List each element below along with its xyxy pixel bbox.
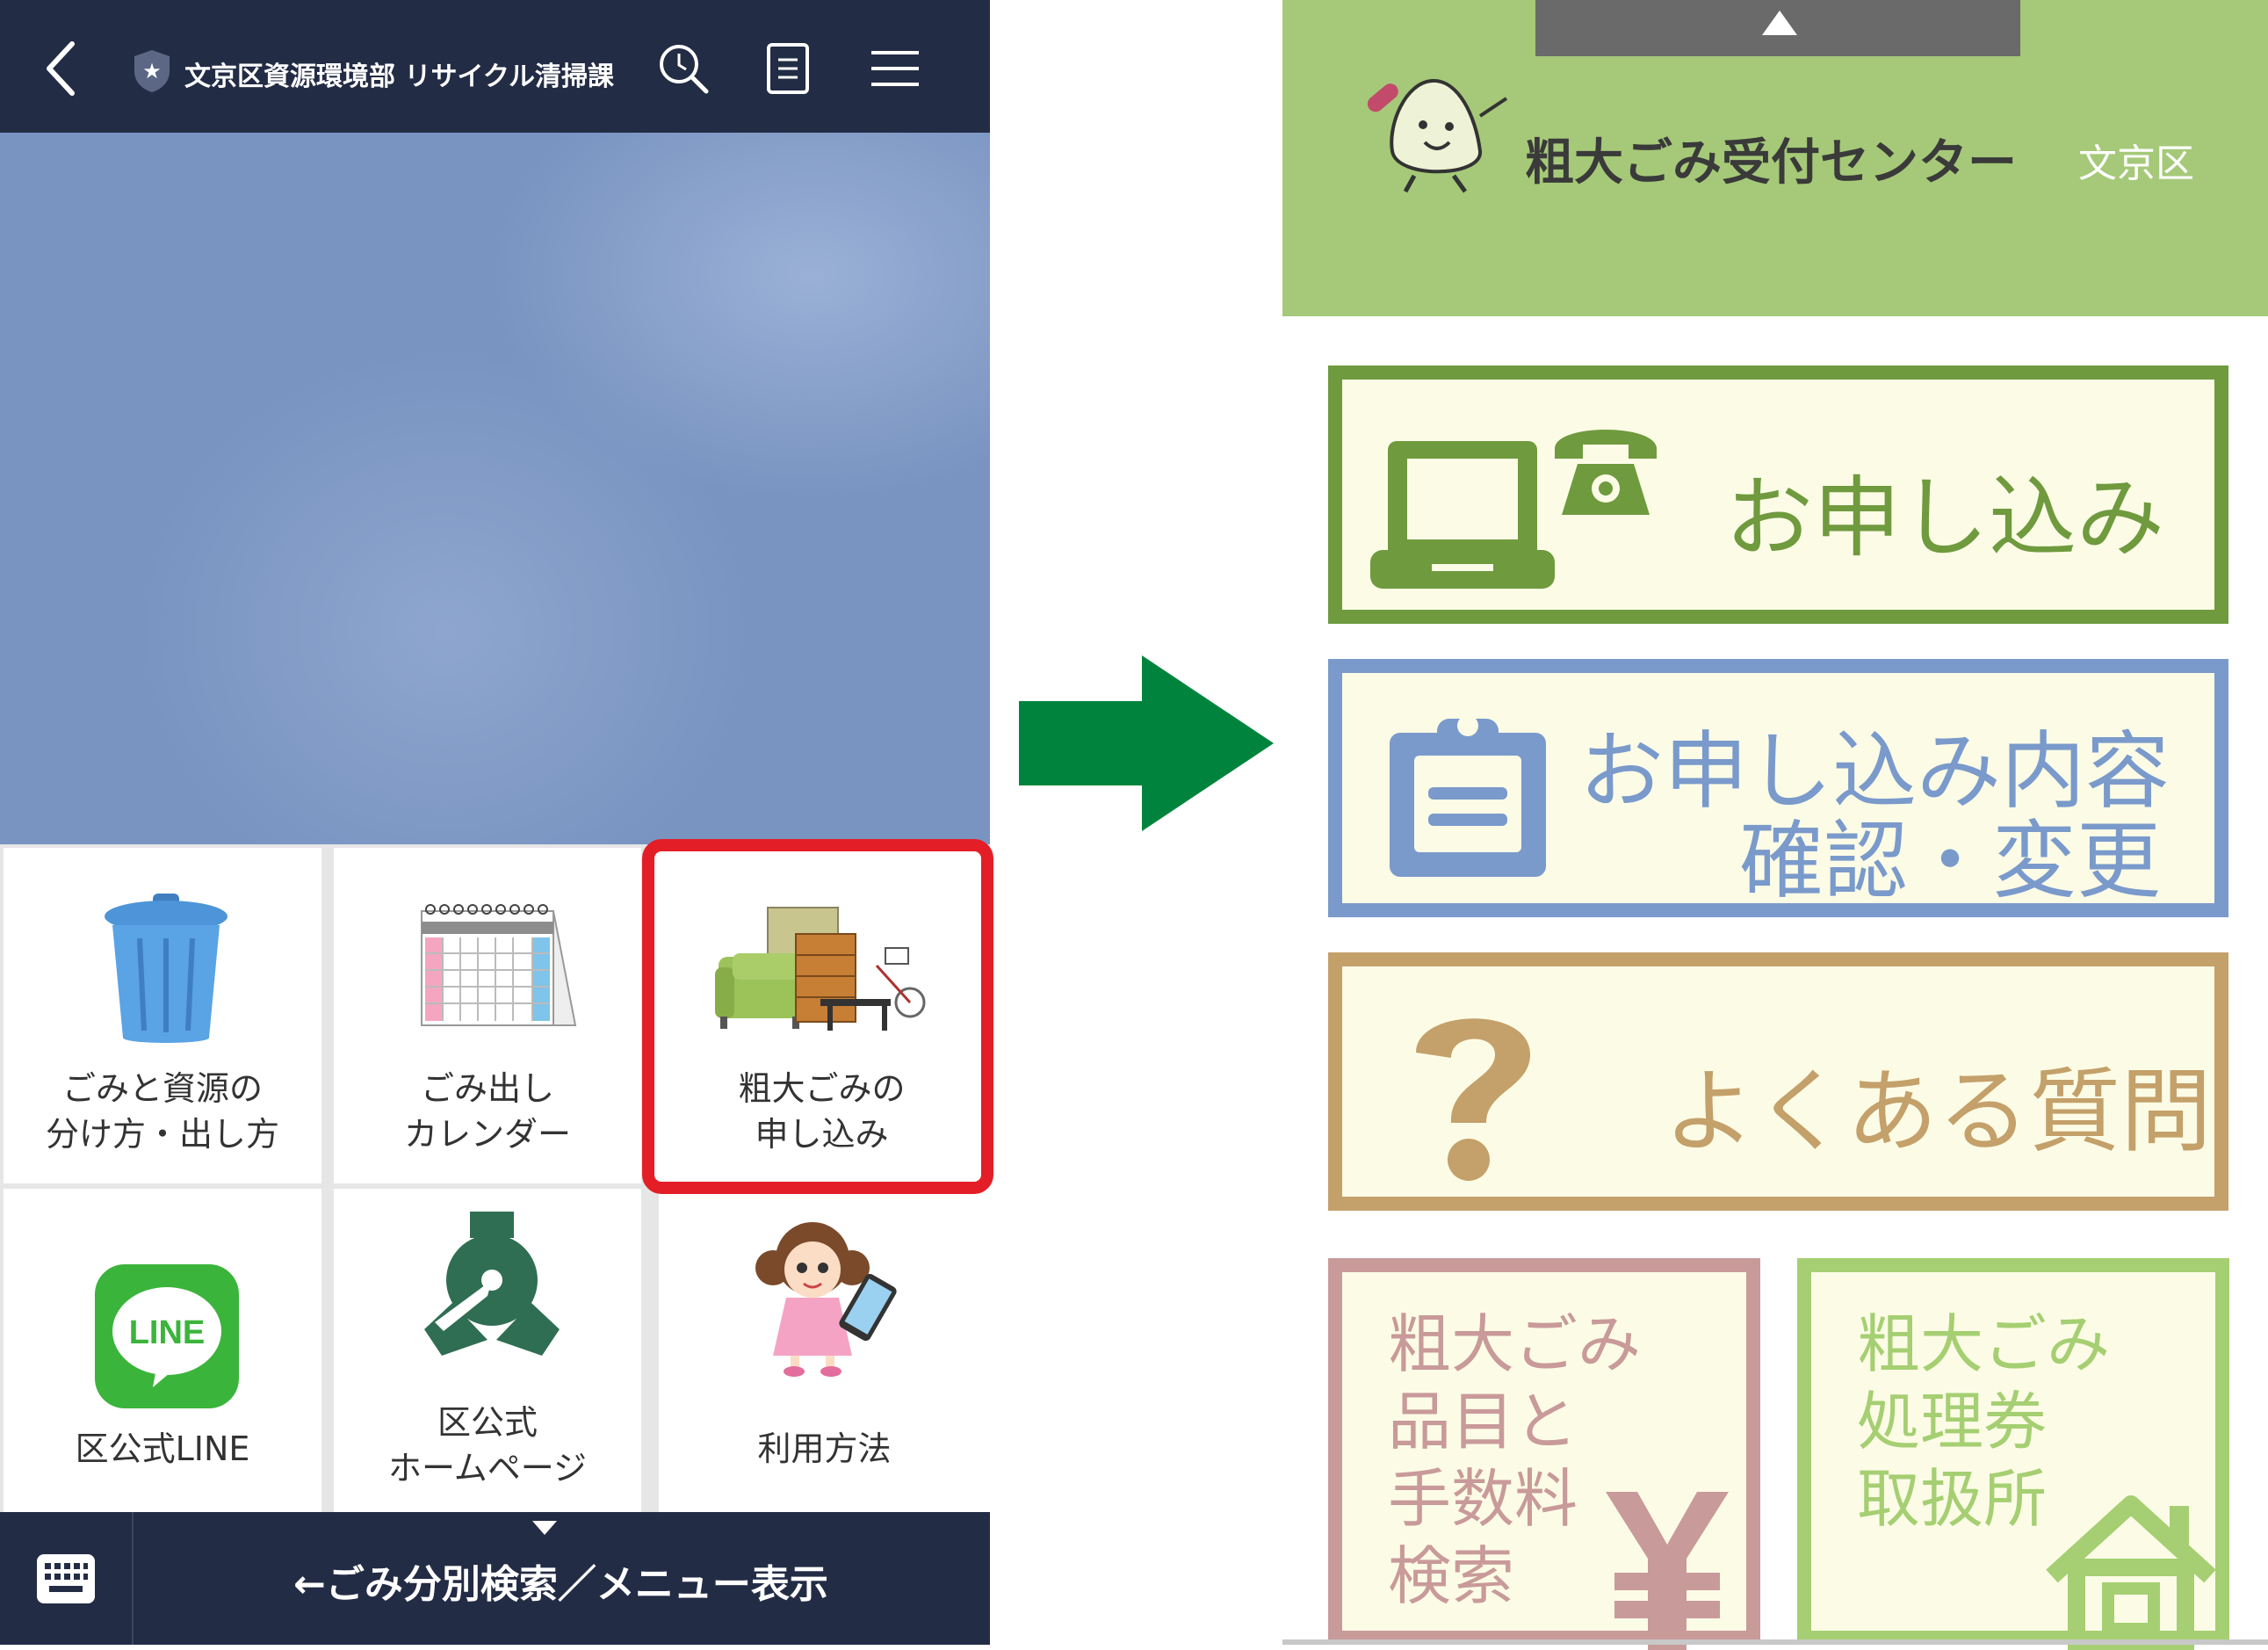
item-fee-search-button[interactable]: 粗大ごみ 品目と 手数料 検索: [1328, 1258, 1760, 1650]
question-mark-icon: [1416, 1018, 1530, 1181]
collapse-indicator-icon: [532, 1521, 557, 1535]
faq-button[interactable]: よくある質問: [1328, 952, 2228, 1211]
ticket-outlets-button[interactable]: 粗大ごみ 処理券 取扱所: [1797, 1258, 2229, 1650]
ward-emblem-icon: [424, 1212, 560, 1356]
apply-label: お申し込み: [1725, 467, 2164, 569]
menu-label: 区公式: [437, 1403, 538, 1442]
faq-label: よくある質問: [1664, 1058, 2213, 1165]
line-app-screen: ★ 文京区資源環境部 リサイクル清掃課 ごみと資源の 分け方・出し方 ごみ出し …: [0, 0, 993, 1645]
line-icon: LINE: [95, 1264, 239, 1408]
line-logo-text: LINE: [129, 1314, 206, 1351]
bottom-bar: ←ごみ分別検索／メニュー表示: [0, 1512, 990, 1645]
apply-button[interactable]: お申し込み: [1328, 365, 2228, 624]
menu-icon[interactable]: [870, 49, 921, 88]
menu-item-line[interactable]: LINE 区公式LINE: [4, 1189, 321, 1512]
shield-icon: ★: [134, 50, 170, 92]
confirm-change-button[interactable]: お申し込み内容 確認・変更: [1328, 659, 2228, 917]
menu-item-calendar[interactable]: ごみ出し カレンダー: [334, 848, 641, 1183]
confirm-label-line2: 確認・変更: [1739, 812, 2161, 910]
menu-label: ごみ出し: [420, 1069, 554, 1108]
clipboard-icon: [1390, 715, 1546, 877]
chat-background: [0, 133, 990, 844]
girl-with-phone-icon: [755, 1222, 897, 1377]
keyboard-toggle[interactable]: [0, 1512, 134, 1645]
app-header: ★ 文京区資源環境部 リサイクル清掃課: [0, 0, 990, 133]
trash-can-icon: [105, 894, 228, 1043]
account-title: 文京区資源環境部 リサイクル清掃課: [184, 62, 614, 92]
menu-label: カレンダー: [403, 1115, 571, 1154]
ward-label: 文京区: [2078, 141, 2194, 186]
site-header: 粗大ごみ受付センター 文京区: [1282, 0, 2268, 316]
collapse-tab[interactable]: [1535, 0, 2020, 56]
highlight-box: [642, 839, 993, 1194]
svg-text:★: ★: [142, 59, 162, 83]
menu-label: ホームページ: [387, 1449, 588, 1487]
back-chevron-icon[interactable]: [44, 40, 79, 97]
mascot-logo-icon: [1367, 78, 1508, 193]
menu-item-sorting[interactable]: ごみと資源の 分け方・出し方: [4, 848, 321, 1183]
menu-toggle-label[interactable]: ←ごみ分別検索／メニュー表示: [132, 1552, 990, 1609]
site-title: 粗大ごみ受付センター: [1525, 134, 2017, 192]
search-label: 粗大ごみ 品目と 手数料 検索: [1388, 1307, 1642, 1613]
menu-label: 利用方法: [757, 1429, 892, 1468]
yen-icon: [1606, 1492, 1729, 1650]
menu-item-homepage[interactable]: 区公式 ホームページ: [334, 1189, 641, 1512]
divider: [1282, 1639, 2268, 1645]
search-icon[interactable]: [657, 42, 710, 95]
menu-label: ごみと資源の: [61, 1069, 263, 1108]
up-triangle-icon: [1762, 11, 1797, 35]
notes-icon[interactable]: [766, 42, 810, 95]
menu-item-howto[interactable]: 利用方法: [659, 1189, 990, 1512]
keyboard-icon: [37, 1554, 95, 1603]
right-arrow-icon: [1019, 655, 1274, 831]
house-icon: [2046, 1495, 2216, 1650]
calendar-icon: [420, 904, 577, 1026]
menu-label: 分け方・出し方: [45, 1115, 279, 1154]
menu-label: 区公式LINE: [75, 1429, 250, 1468]
laptop-phone-icon: [1370, 430, 1657, 589]
